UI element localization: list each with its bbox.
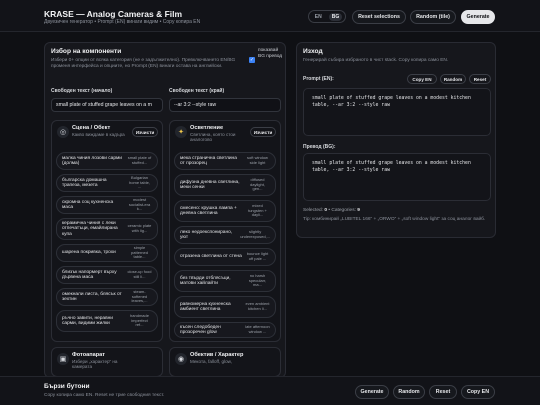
category-scene-desc: Какво виждаме в кадъра bbox=[72, 132, 125, 137]
reset-small-button[interactable]: Reset bbox=[469, 74, 491, 84]
category-scene-name: Сцена / Обект bbox=[72, 125, 111, 131]
free-text-start-input[interactable]: small plate of stuffed grape leaves on a… bbox=[51, 98, 163, 112]
copy-en-small-button[interactable]: Copy EN bbox=[407, 74, 437, 84]
option-chip[interactable]: смесено: крушка лампа + дневна светлина m… bbox=[174, 200, 276, 222]
quick-actions-bar: Бързи бутони Copy копира само EN. Reset … bbox=[0, 376, 540, 405]
category-light: ✦ Осветление Светлина, която стои аналог… bbox=[169, 120, 281, 342]
option-chip[interactable]: леко недоекспонирано, уют slightly undere… bbox=[174, 226, 276, 244]
top-bar: KRASE — Analog Cameras & Film Двуезичен … bbox=[0, 0, 540, 32]
bottom-generate-button[interactable]: Generate bbox=[355, 385, 389, 399]
tip-text: Tip: комбинирай „LUBITEL 166“ + „ORWO“ +… bbox=[303, 217, 486, 222]
components-panel: Избор на компоненти Избери 0+ опции от в… bbox=[44, 42, 286, 378]
category-lens-desc: Мекота, falloff, glow, bbox=[190, 359, 233, 364]
category-light-name: Осветление bbox=[190, 125, 224, 131]
selected-count: 0 bbox=[324, 208, 328, 213]
option-chip[interactable]: близък напормерт върху дървена маса close… bbox=[56, 266, 158, 284]
category-camera-name: Фотоапарат bbox=[72, 352, 106, 358]
option-chip[interactable]: малка чиния лозови сарми (долма) small pl… bbox=[56, 152, 158, 170]
app-subtitle: Двуезичен генератор • Prompt (EN) винаги… bbox=[44, 19, 201, 25]
lens-icon: ◉ bbox=[175, 353, 187, 365]
option-chip[interactable]: омекнали листа, блясък от зехтин steam-so… bbox=[56, 288, 158, 306]
option-chip[interactable]: мека странична светлина от прозорец soft … bbox=[174, 152, 276, 170]
language-toggle: EN BG bbox=[308, 10, 346, 23]
prompt-bg-label: Превод (BG): bbox=[303, 144, 336, 150]
output-title: Изход bbox=[303, 48, 323, 55]
option-chip[interactable]: ръчно завити, неравни сарми, видими жилк… bbox=[56, 310, 158, 332]
option-chip[interactable]: отразена светлина от стена bounce light o… bbox=[174, 248, 276, 266]
random-small-button[interactable]: Random bbox=[440, 74, 466, 84]
random-tile-button[interactable]: Random (tile) bbox=[410, 10, 456, 24]
option-chip[interactable]: скромна соц кухненска маса modest sociali… bbox=[56, 196, 158, 214]
option-chip[interactable]: шарена покривка, трохи simple patterned t… bbox=[56, 244, 158, 262]
quick-actions-desc: Copy копира само EN. Reset не трие свобо… bbox=[44, 393, 165, 398]
prompt-bg-output[interactable]: small plate of stuffed grape leaves on a… bbox=[303, 153, 491, 201]
option-chip[interactable]: късен следобеден прозоречен glow late aft… bbox=[174, 322, 276, 338]
category-camera-desc: Избери „характер“ на камерата bbox=[72, 359, 118, 370]
output-panel: Изход Генерирай събира избраното в чист … bbox=[296, 42, 496, 238]
clear-scene-button[interactable]: Изчисти bbox=[132, 127, 158, 137]
categories-count: 9 bbox=[357, 208, 360, 213]
clear-light-button[interactable]: Изчисти bbox=[250, 127, 276, 137]
app-title: KRASE — Analog Cameras & Film bbox=[44, 9, 183, 19]
free-text-start-label: Свободен текст (начало) bbox=[51, 88, 113, 94]
category-light-desc: Светлина, която стои аналогово bbox=[190, 132, 236, 143]
output-description: Генерирай събира избраното в чист stack.… bbox=[303, 58, 449, 63]
quick-actions-title: Бързи бутони bbox=[44, 383, 90, 390]
option-chip[interactable]: равномерна кухненска амбиент светлина eve… bbox=[174, 296, 276, 318]
components-description: Избери 0+ опции от всяка категория (не е… bbox=[51, 58, 236, 70]
camera-icon: ◎ bbox=[57, 126, 69, 138]
bg-translation-label: показвай BG превод bbox=[258, 48, 283, 60]
film-camera-icon: ▣ bbox=[57, 353, 69, 365]
category-lens: ◉ Обектив / Характер Мекота, falloff, gl… bbox=[169, 347, 281, 377]
bottom-reset-button[interactable]: Reset bbox=[429, 385, 457, 399]
category-camera: ▣ Фотоапарат Избери „характер“ на камера… bbox=[51, 347, 163, 377]
lang-en-button[interactable]: EN bbox=[312, 13, 325, 21]
option-chip[interactable]: керамична чиния с леки отпечатъци, емайл… bbox=[56, 218, 158, 240]
free-text-end-label: Свободен текст (край) bbox=[169, 88, 225, 94]
free-text-end-input[interactable]: --ar 3:2 --style raw bbox=[169, 98, 281, 112]
reset-selections-button[interactable]: Reset selections bbox=[352, 10, 406, 24]
option-chip[interactable]: българска домашна трапеза, мезета Bulgari… bbox=[56, 174, 158, 192]
prompt-en-output[interactable]: small plate of stuffed grape leaves on a… bbox=[303, 88, 491, 136]
bg-translation-checkbox[interactable]: ✓ bbox=[249, 57, 255, 63]
bulb-icon: ✦ bbox=[175, 126, 187, 138]
components-title: Избор на компоненти bbox=[51, 48, 122, 55]
bottom-copy-en-button[interactable]: Copy EN bbox=[461, 385, 495, 399]
category-lens-name: Обектив / Характер bbox=[190, 352, 244, 358]
option-chip[interactable]: дифузна дневна светлина, меки сенки diffu… bbox=[174, 174, 276, 196]
generate-button[interactable]: Generate bbox=[461, 10, 495, 24]
lang-bg-button[interactable]: BG bbox=[328, 12, 343, 21]
prompt-en-label: Prompt (EN): bbox=[303, 76, 334, 82]
category-scene: ◎ Сцена / Обект Какво виждаме в кадъра И… bbox=[51, 120, 163, 342]
selection-stats: Selected: 0 • Categories: 9 bbox=[303, 208, 360, 213]
option-chip[interactable]: без твърди отблясъци, матови хайлайти no … bbox=[174, 270, 276, 292]
bottom-random-button[interactable]: Random bbox=[393, 385, 425, 399]
